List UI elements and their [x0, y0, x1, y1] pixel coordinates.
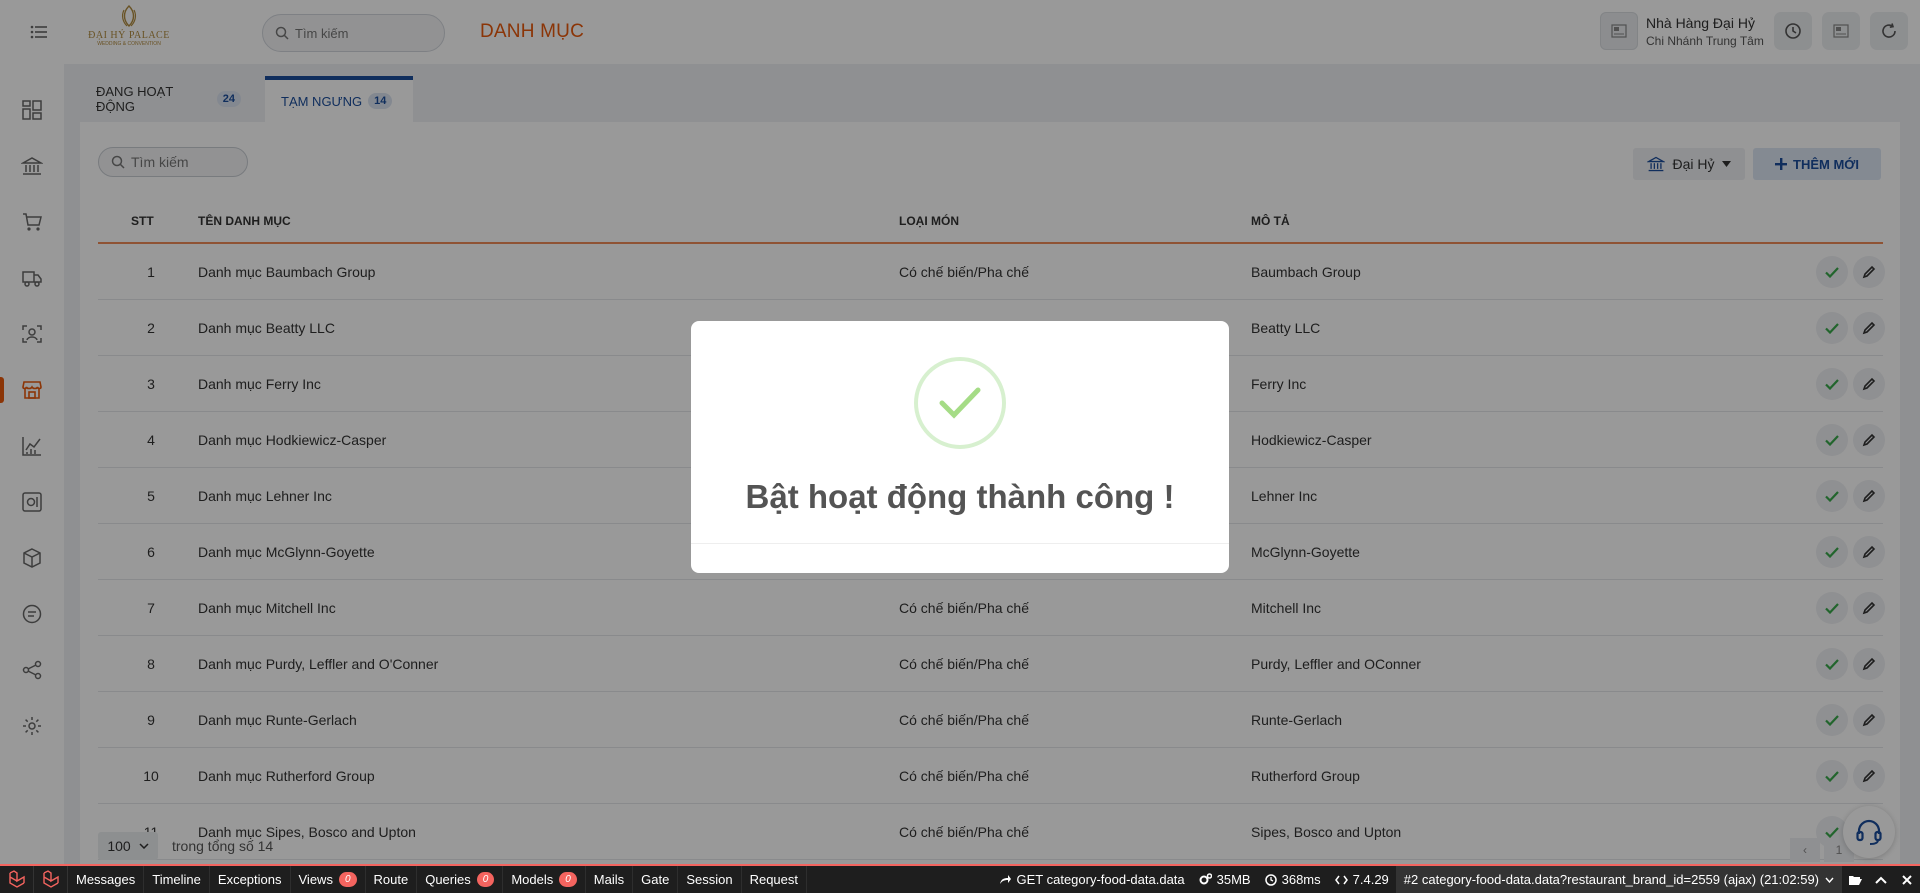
- debug-tab-badge: 0: [476, 872, 495, 887]
- cogs-icon: [1199, 873, 1212, 885]
- debug-duration[interactable]: 368ms: [1258, 872, 1328, 887]
- debug-route[interactable]: GET category-food-data.data: [992, 872, 1192, 887]
- clock-icon: [1264, 873, 1277, 886]
- debug-tab-label: Timeline: [152, 872, 201, 887]
- laravel-icon: [8, 869, 25, 888]
- debug-memory[interactable]: 35MB: [1192, 872, 1258, 887]
- share-arrow-icon: [999, 875, 1011, 884]
- debug-tab-timeline[interactable]: Timeline: [144, 866, 210, 893]
- chevron-down-icon: [1825, 877, 1834, 883]
- checkmark-icon: [939, 387, 981, 419]
- debug-memory-text: 35MB: [1216, 872, 1251, 887]
- debug-open-button[interactable]: [1842, 874, 1868, 886]
- debug-tab-badge: 0: [559, 872, 577, 887]
- laravel-icon: [42, 869, 59, 888]
- debugbar-logo[interactable]: [0, 866, 34, 893]
- debug-bar: Messages Timeline Exceptions Views 0 Route Que…: [0, 864, 1920, 893]
- debug-tab-badge: 0: [338, 872, 357, 887]
- debug-tab-session[interactable]: Session: [678, 866, 742, 893]
- debug-request-select[interactable]: #2 category-food-data.data?restaurant_br…: [1395, 866, 1842, 893]
- debug-tab-label: Mails: [593, 872, 625, 887]
- success-dialog: Bật hoạt động thành công !: [691, 321, 1229, 573]
- debug-tab-label: Gate: [641, 872, 670, 887]
- debug-tab-label: Models: [511, 872, 554, 887]
- debug-close-button[interactable]: [1894, 874, 1920, 885]
- success-message: Bật hoạt động thành công !: [745, 478, 1175, 515]
- debug-tab-views[interactable]: Views 0: [291, 866, 366, 893]
- close-icon: [1902, 874, 1912, 885]
- debug-request-text: #2 category-food-data.data?restaurant_br…: [1403, 872, 1819, 887]
- dialog-divider: [691, 543, 1229, 544]
- debug-tab-route[interactable]: Route: [366, 866, 418, 893]
- debug-tab-queries[interactable]: Queries 0: [417, 866, 504, 893]
- debug-tab-label: Queries: [425, 872, 471, 887]
- debug-php-version-text: 7.4.29: [1352, 872, 1389, 887]
- debug-tab-request[interactable]: Request: [742, 866, 807, 893]
- debug-tab-exceptions[interactable]: Exceptions: [210, 866, 291, 893]
- success-icon: [914, 357, 1006, 449]
- debug-tab-label: Messages: [76, 872, 136, 887]
- debug-route-text: GET category-food-data.data: [1016, 872, 1185, 887]
- debug-tab-models[interactable]: Models 0: [503, 866, 586, 893]
- code-icon: [1334, 875, 1348, 884]
- debug-tab-label: Request: [749, 872, 798, 887]
- debug-tab-label: Views: [298, 872, 333, 887]
- debug-tab-label: Session: [686, 872, 733, 887]
- debug-tab-label: Route: [373, 872, 409, 887]
- debug-tab-gate[interactable]: Gate: [633, 866, 679, 893]
- debugbar-toggle[interactable]: [34, 866, 68, 893]
- folder-open-icon: [1848, 875, 1862, 885]
- debug-tab-mails[interactable]: Mails: [586, 866, 634, 893]
- debug-tab-messages[interactable]: Messages: [68, 866, 145, 893]
- debug-duration-text: 368ms: [1281, 872, 1321, 887]
- debug-php-version[interactable]: 7.4.29: [1328, 872, 1396, 887]
- debug-maximize-button[interactable]: [1868, 876, 1894, 884]
- debug-tab-label: Exceptions: [217, 872, 282, 887]
- chevron-up-icon: [1875, 876, 1887, 884]
